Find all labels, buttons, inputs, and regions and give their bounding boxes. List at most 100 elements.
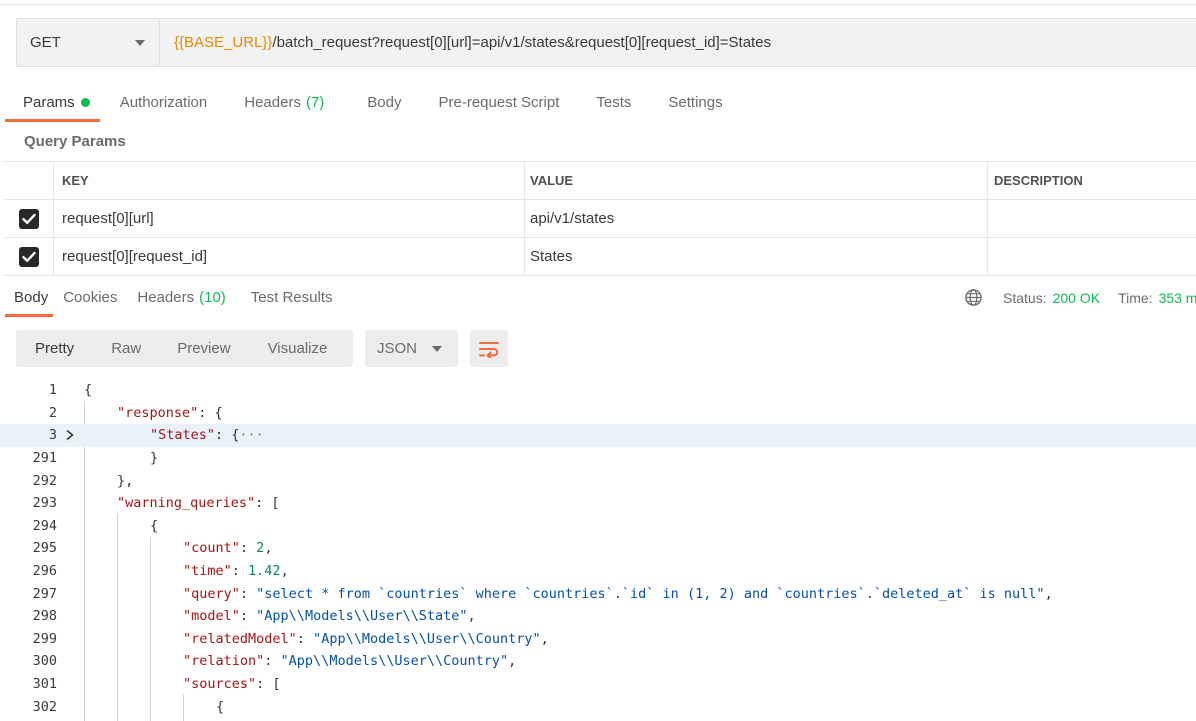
json-punctuation: : { bbox=[198, 404, 223, 421]
tab-params[interactable]: Params bbox=[5, 84, 100, 122]
view-preview-button[interactable]: Preview bbox=[177, 330, 230, 367]
status-value[interactable]: 200 OK bbox=[1053, 290, 1100, 306]
tab-pre-request-script-label: Pre-request Script bbox=[438, 93, 560, 111]
status-label: Status: bbox=[1003, 289, 1047, 306]
json-key: "time" bbox=[183, 563, 232, 580]
code-text: } bbox=[150, 450, 159, 467]
tab-authorization[interactable]: Authorization bbox=[120, 84, 208, 120]
code-line: 295 "count": 2, bbox=[0, 537, 1196, 560]
tab-cookies[interactable]: Cookies bbox=[63, 279, 117, 316]
code-text: "query": "select * from `countries` wher… bbox=[183, 586, 1053, 602]
tab-headers-count: (7) bbox=[305, 93, 325, 111]
column-header-description: DESCRIPTION bbox=[994, 173, 1083, 188]
code-line-highlighted: 3 "States": {··· bbox=[0, 424, 1196, 447]
tab-tests[interactable]: Tests bbox=[596, 84, 631, 120]
query-params-title: Query Params bbox=[24, 133, 126, 150]
json-key: "relation" bbox=[183, 653, 265, 670]
line-number: 299 bbox=[32, 630, 57, 647]
response-body-code-viewer[interactable]: 1 { 2 "response": { 3 "States": {··· 291… bbox=[0, 379, 1196, 721]
json-punctuation: : { bbox=[215, 427, 240, 444]
tab-body[interactable]: Body bbox=[367, 84, 401, 120]
code-line: 2 "response": { bbox=[0, 402, 1196, 425]
json-punctuation: : bbox=[239, 608, 257, 625]
json-key: "query" bbox=[183, 585, 240, 602]
tab-pre-request-script[interactable]: Pre-request Script bbox=[439, 84, 560, 120]
tab-response-headers[interactable]: Headers (10) bbox=[137, 279, 225, 316]
param-key-cell[interactable]: request[0][request_id] bbox=[54, 238, 525, 275]
json-punctuation: , bbox=[264, 540, 273, 557]
time-value[interactable]: 353 m bbox=[1159, 290, 1196, 306]
json-string: "select * from `countries` where `countr… bbox=[256, 585, 1045, 602]
code-text: "time": 1.42, bbox=[183, 563, 289, 579]
code-text: }, bbox=[117, 472, 134, 489]
chevron-down-icon bbox=[432, 345, 442, 352]
globe-icon[interactable] bbox=[964, 288, 983, 307]
wrap-lines-button[interactable] bbox=[470, 330, 508, 367]
code-line: 301 "sources": [ bbox=[0, 673, 1196, 696]
code-line: 298 "model": "App\\Models\\User\\State", bbox=[0, 605, 1196, 628]
line-number: 297 bbox=[32, 585, 57, 602]
table-row: request[0][request_id] States bbox=[4, 238, 1196, 276]
json-string: "App\\Models\\User\\Country" bbox=[280, 653, 509, 670]
line-number: 298 bbox=[32, 608, 57, 625]
tab-test-results[interactable]: Test Results bbox=[251, 279, 333, 316]
tab-response-headers-count: (10) bbox=[199, 289, 226, 306]
code-text: { bbox=[150, 517, 159, 534]
url-path: /batch_request?request[0][url]=api/v1/st… bbox=[272, 34, 772, 51]
param-description-cell[interactable] bbox=[988, 238, 1196, 275]
line-number: 295 bbox=[32, 540, 57, 557]
line-number: 296 bbox=[32, 563, 57, 580]
json-punctuation: : bbox=[231, 563, 249, 580]
param-checkbox[interactable] bbox=[18, 246, 39, 267]
param-value-cell[interactable]: States bbox=[525, 238, 988, 275]
code-text: { bbox=[84, 382, 93, 399]
code-line: 1 { bbox=[0, 379, 1196, 402]
column-header-key: KEY bbox=[54, 162, 525, 199]
line-number: 302 bbox=[32, 698, 57, 715]
method-select[interactable]: GET bbox=[17, 19, 160, 66]
checkmark-icon bbox=[21, 251, 36, 262]
tab-headers-label: Headers bbox=[244, 93, 301, 111]
json-punctuation: , bbox=[280, 563, 289, 580]
json-punctuation: , bbox=[508, 653, 517, 670]
json-key: "States" bbox=[150, 427, 216, 444]
param-key-cell[interactable]: request[0][url] bbox=[54, 200, 525, 237]
method-label: GET bbox=[30, 34, 61, 51]
params-indicator-dot bbox=[80, 97, 90, 107]
json-key: "relatedModel" bbox=[183, 630, 297, 647]
json-punctuation: : bbox=[296, 630, 314, 647]
tab-tests-label: Tests bbox=[596, 93, 632, 111]
table-header-row: KEY VALUE DESCRIPTION bbox=[4, 161, 1196, 200]
view-pretty-button[interactable]: Pretty bbox=[35, 330, 74, 367]
code-line: 294 { bbox=[0, 515, 1196, 538]
tab-response-body-label: Body bbox=[14, 289, 49, 306]
code-line: 296 "time": 1.42, bbox=[0, 560, 1196, 583]
view-visualize-button[interactable]: Visualize bbox=[268, 330, 328, 367]
language-select-label: JSON bbox=[377, 340, 418, 357]
url-input[interactable]: {{BASE_URL}}/batch_request?request[0][ur… bbox=[160, 34, 771, 51]
code-line: 291 } bbox=[0, 447, 1196, 470]
json-punctuation: , bbox=[540, 630, 549, 647]
code-text: "warning_queries": [ bbox=[117, 495, 280, 511]
line-number: 3 bbox=[48, 427, 57, 444]
language-select[interactable]: JSON bbox=[365, 330, 458, 367]
url-variable: {{BASE_URL}} bbox=[174, 34, 273, 51]
line-number: 293 bbox=[32, 495, 57, 512]
view-mode-segmented-control: Pretty Raw Preview Visualize bbox=[16, 330, 353, 367]
tab-headers[interactable]: Headers (7) bbox=[244, 84, 324, 120]
param-value-cell[interactable]: api/v1/states bbox=[525, 200, 988, 237]
param-checkbox[interactable] bbox=[18, 208, 39, 229]
folded-ellipsis[interactable]: ··· bbox=[239, 427, 263, 443]
code-text: "relatedModel": "App\\Models\\User\\Coun… bbox=[183, 631, 549, 647]
tab-params-label: Params bbox=[23, 93, 75, 111]
view-raw-button[interactable]: Raw bbox=[111, 330, 141, 367]
tab-response-body[interactable]: Body bbox=[5, 279, 54, 317]
tab-settings-label: Settings bbox=[668, 93, 723, 111]
fold-toggle[interactable] bbox=[65, 424, 75, 447]
param-description-cell[interactable] bbox=[988, 200, 1196, 237]
tab-settings[interactable]: Settings bbox=[668, 84, 722, 120]
code-text: "model": "App\\Models\\User\\State", bbox=[183, 608, 476, 624]
tab-authorization-label: Authorization bbox=[119, 93, 208, 111]
tab-response-headers-label: Headers bbox=[137, 289, 195, 306]
code-text: "States": {··· bbox=[150, 427, 264, 443]
